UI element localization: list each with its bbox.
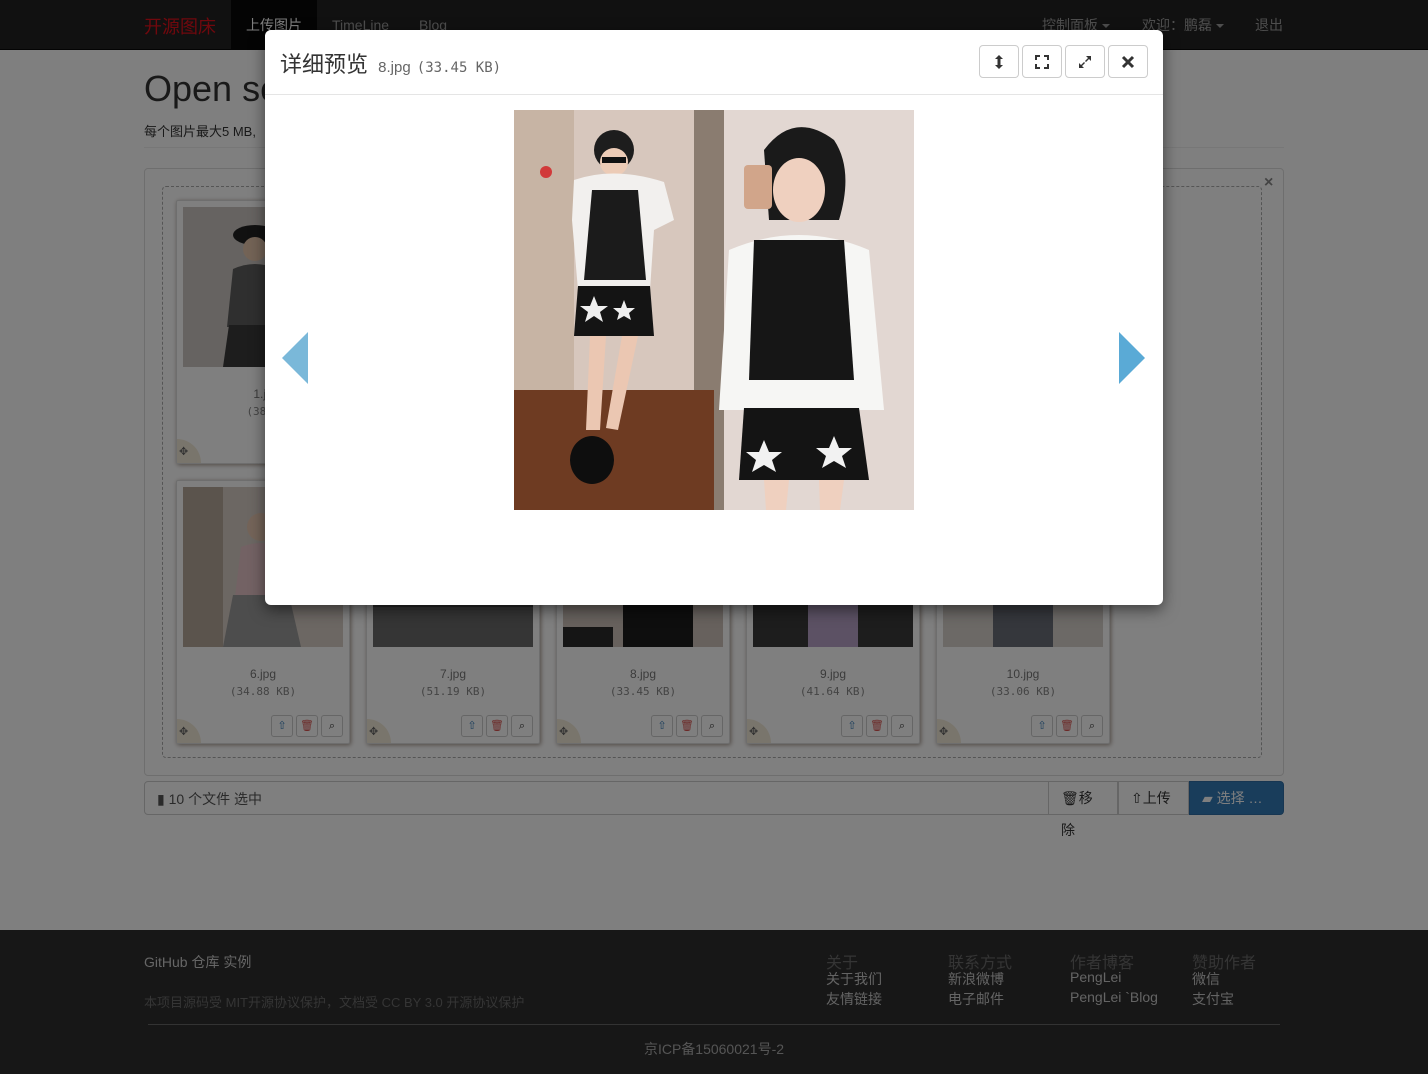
fullscreen-button[interactable] <box>1022 45 1062 78</box>
arrow-left-icon <box>282 332 308 384</box>
borderless-button[interactable] <box>1065 45 1105 78</box>
next-image-button[interactable] <box>1117 330 1147 389</box>
toggle-height-button[interactable] <box>979 45 1019 78</box>
arrow-right-icon <box>1119 332 1145 384</box>
preview-image <box>514 110 914 510</box>
close-icon <box>1121 55 1135 68</box>
modal-title-text: 详细预览 <box>280 52 369 77</box>
preview-modal: 详细预览 8.jpg (33.45 KB) <box>265 30 1163 605</box>
modal-file-size: (33.45 KB) <box>416 60 502 76</box>
fullscreen-icon <box>1035 54 1049 69</box>
modal-file-name: 8.jpg <box>378 59 411 76</box>
close-modal-button[interactable] <box>1108 45 1148 78</box>
modal-title: 详细预览 8.jpg (33.45 KB) <box>280 47 501 79</box>
prev-image-button[interactable] <box>280 330 310 389</box>
resize-full-icon <box>1079 55 1091 68</box>
modal-header: 详细预览 8.jpg (33.45 KB) <box>265 30 1163 95</box>
resize-vertical-icon <box>995 54 1003 69</box>
